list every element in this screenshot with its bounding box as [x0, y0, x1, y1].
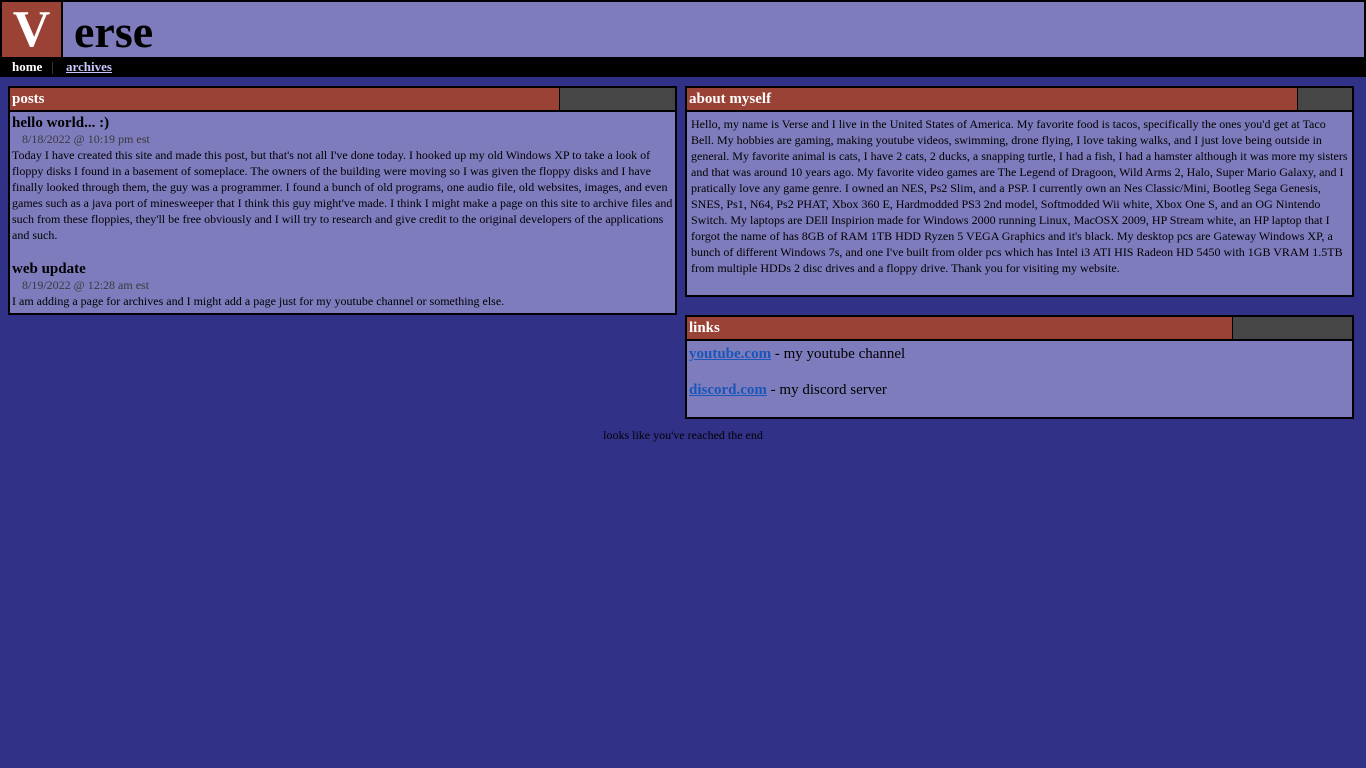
about-panel: about myself Hello, my name is Verse and… [685, 86, 1354, 297]
site-title: erse [74, 6, 154, 57]
posts-panel-title: posts [10, 88, 561, 112]
post-title: hello world... :) [12, 115, 110, 131]
post-body: I am adding a page for archives and I mi… [12, 294, 505, 308]
links-panel: links youtube.com - my youtube channel d… [685, 315, 1354, 419]
post-date: 8/19/2022 @ 12:28 am est [22, 278, 150, 292]
links-panel-title: links [687, 317, 1234, 341]
nav-divider [52, 62, 53, 74]
youtube-link[interactable]: youtube.com [689, 346, 771, 362]
post-item: hello world... :) 8/18/2022 @ 10:19 pm e… [12, 115, 673, 243]
post-item: web update 8/19/2022 @ 12:28 am est I am… [12, 261, 673, 309]
about-text: Hello, my name is Verse and I live in th… [691, 117, 1348, 275]
about-panel-title: about myself [687, 88, 1299, 112]
post-date: 8/18/2022 @ 10:19 pm est [22, 132, 150, 146]
post-title: web update [12, 261, 86, 277]
link-item-youtube: youtube.com - my youtube channel [689, 345, 1350, 363]
links-panel-tab [1233, 317, 1352, 341]
posts-panel-tab [560, 88, 675, 112]
nav-bar: home archives [0, 59, 1366, 77]
discord-link[interactable]: discord.com [689, 382, 767, 398]
logo-letter: V [2, 2, 63, 57]
footer-text: looks like you've reached the end [603, 428, 763, 442]
about-panel-tab [1298, 88, 1352, 112]
youtube-link-desc: - my youtube channel [771, 346, 906, 362]
site-header: V erse [0, 0, 1366, 59]
link-item-discord: discord.com - my discord server [689, 381, 1350, 399]
nav-home-link[interactable]: home [12, 59, 42, 75]
posts-panel: posts hello world... :) 8/18/2022 @ 10:1… [8, 86, 677, 315]
discord-link-desc: - my discord server [766, 382, 887, 398]
post-body: Today I have created this site and made … [12, 148, 673, 242]
nav-archives-link[interactable]: archives [66, 59, 112, 75]
